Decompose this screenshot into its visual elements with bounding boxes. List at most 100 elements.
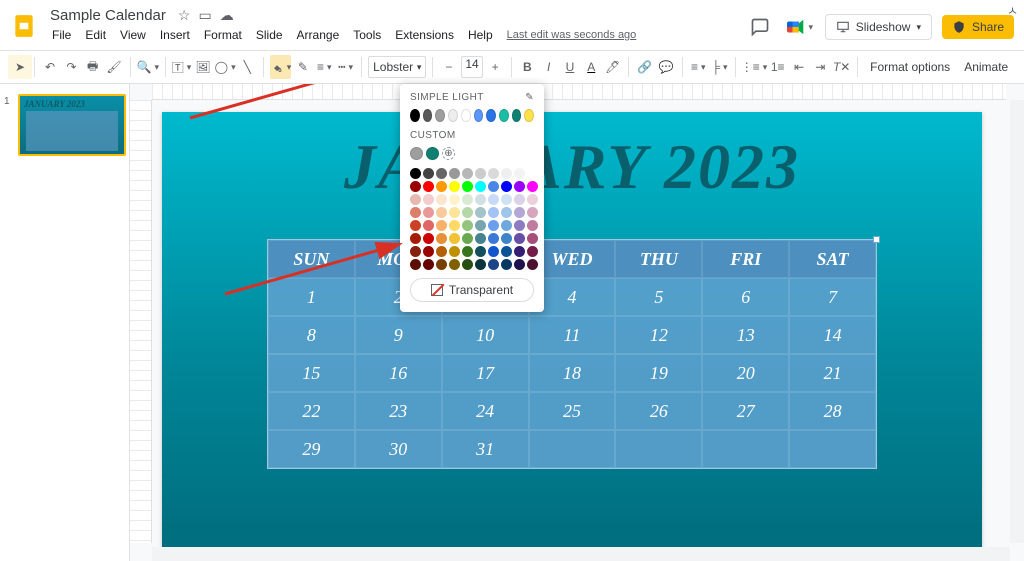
textbox-tool[interactable]: 🅃 [172,55,192,79]
transparent-button[interactable]: Transparent [410,278,534,302]
color-swatch[interactable] [501,194,512,205]
calendar-date-cell[interactable]: 1 [268,278,355,316]
calendar-day-header[interactable]: THU [615,240,702,278]
theme-color-swatch[interactable] [461,109,471,122]
custom-color-swatch[interactable] [426,147,439,160]
paint-format-button[interactable]: 🖌 [104,55,123,79]
color-swatch[interactable] [410,181,421,192]
comment-button[interactable]: 💬 [656,55,675,79]
color-swatch[interactable] [514,168,525,179]
document-title[interactable]: Sample Calendar [46,5,170,26]
calendar-date-cell[interactable]: 19 [615,354,702,392]
theme-color-swatch[interactable] [410,109,420,122]
color-swatch[interactable] [423,168,434,179]
calendar-date-cell[interactable]: 7 [789,278,876,316]
color-swatch[interactable] [449,259,460,270]
meet-icon[interactable]: ▾ [785,12,815,42]
calendar-day-header[interactable]: SAT [789,240,876,278]
highlight-button[interactable]: 🖊 [603,55,622,79]
calendar-date-cell[interactable]: 15 [268,354,355,392]
underline-button[interactable]: U [560,55,579,79]
slide-canvas[interactable]: JANUARY 2023 SUNMONTUEWEDTHUFRISAT 12345… [162,112,982,561]
calendar-date-cell[interactable]: 12 [615,316,702,354]
color-swatch[interactable] [527,207,538,218]
redo-button[interactable]: ↷ [62,55,81,79]
color-swatch[interactable] [501,246,512,257]
calendar-date-cell[interactable]: 23 [355,392,442,430]
calendar-date-cell[interactable]: 27 [702,392,789,430]
color-swatch[interactable] [462,207,473,218]
cloud-icon[interactable]: ☁ [220,7,234,24]
color-swatch[interactable] [410,246,421,257]
color-swatch[interactable] [501,220,512,231]
theme-color-swatch[interactable] [423,109,433,122]
color-swatch[interactable] [527,233,538,244]
theme-color-swatch[interactable] [524,109,534,122]
menu-slide[interactable]: Slide [250,26,289,44]
color-swatch[interactable] [488,259,499,270]
color-swatch[interactable] [410,220,421,231]
color-swatch[interactable] [436,194,447,205]
calendar-date-cell[interactable]: 28 [789,392,876,430]
calendar-date-cell[interactable] [529,430,616,468]
color-swatch[interactable] [488,168,499,179]
calendar-date-cell[interactable]: 6 [702,278,789,316]
clear-formatting-button[interactable]: T✕ [832,55,851,79]
font-size-input[interactable]: 14 [461,56,484,78]
theme-color-swatch[interactable] [435,109,445,122]
color-swatch[interactable] [527,220,538,231]
color-swatch[interactable] [514,207,525,218]
color-swatch[interactable] [462,194,473,205]
theme-color-swatch[interactable] [474,109,484,122]
move-icon[interactable]: ▭ [198,7,211,24]
indent-increase-button[interactable]: ⇥ [811,55,830,79]
calendar-date-cell[interactable]: 18 [529,354,616,392]
slide-title-text[interactable]: JANUARY 2023 [162,112,982,204]
color-swatch[interactable] [436,220,447,231]
color-swatch[interactable] [488,181,499,192]
color-swatch[interactable] [475,168,486,179]
color-swatch[interactable] [501,259,512,270]
color-swatch[interactable] [462,220,473,231]
theme-color-swatch[interactable] [486,109,496,122]
calendar-table[interactable]: SUNMONTUEWEDTHUFRISAT 123456789101112131… [268,240,876,468]
bold-button[interactable]: B [518,55,537,79]
color-swatch[interactable] [449,168,460,179]
border-weight-button[interactable]: ≡ [315,55,334,79]
add-custom-color-button[interactable]: ⊕ [442,147,455,160]
color-swatch[interactable] [449,220,460,231]
menu-arrange[interactable]: Arrange [291,26,346,44]
color-swatch[interactable] [410,233,421,244]
last-edit-link[interactable]: Last edit was seconds ago [507,29,637,41]
font-family-combo[interactable]: Lobster▾ [368,56,426,78]
color-swatch[interactable] [423,233,434,244]
border-dash-button[interactable]: ┅ [336,55,355,79]
menu-view[interactable]: View [114,26,152,44]
color-swatch[interactable] [423,194,434,205]
text-color-button[interactable]: A [582,55,601,79]
color-swatch[interactable] [423,220,434,231]
color-swatch[interactable] [527,181,538,192]
color-swatch[interactable] [410,168,421,179]
color-swatch[interactable] [475,194,486,205]
color-swatch[interactable] [423,259,434,270]
fill-color-button[interactable] [270,55,292,79]
theme-color-swatch[interactable] [448,109,458,122]
new-slide-button[interactable]: ＋ [8,55,28,79]
menu-help[interactable]: Help [462,26,499,44]
line-tool[interactable]: ╲ [238,55,257,79]
selection-handle[interactable] [873,236,880,243]
color-swatch[interactable] [462,259,473,270]
color-swatch[interactable] [514,246,525,257]
color-swatch[interactable] [436,246,447,257]
color-swatch[interactable] [501,233,512,244]
calendar-date-cell[interactable]: 29 [268,430,355,468]
color-swatch[interactable] [475,181,486,192]
color-swatch[interactable] [462,168,473,179]
color-swatch[interactable] [462,246,473,257]
color-swatch[interactable] [475,207,486,218]
calendar-date-cell[interactable]: 17 [442,354,529,392]
color-swatch[interactable] [514,194,525,205]
color-swatch[interactable] [527,246,538,257]
zoom-button[interactable]: 🔍 [136,55,158,79]
